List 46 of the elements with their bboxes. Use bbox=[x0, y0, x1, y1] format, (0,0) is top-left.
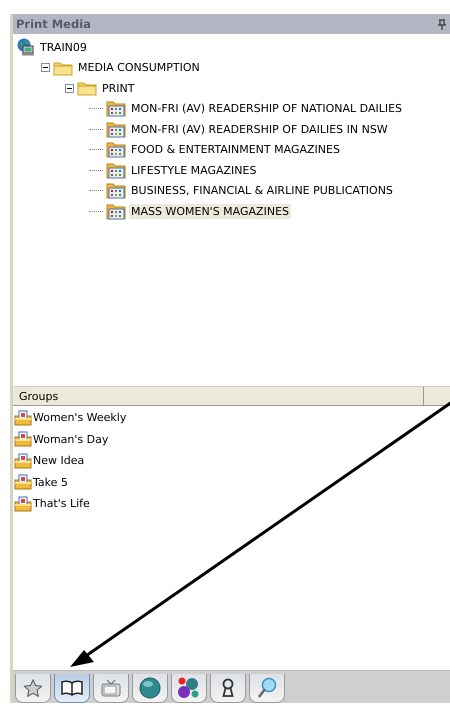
keyhole-tab[interactable] bbox=[210, 674, 246, 703]
tree-item[interactable]: MON-FRI (AV) READERSHIP OF DAILIES IN NSW bbox=[129, 122, 390, 137]
folder-icon bbox=[77, 80, 97, 96]
search-icon bbox=[256, 677, 278, 699]
folder-table-icon bbox=[106, 141, 126, 158]
tv-icon bbox=[100, 679, 122, 697]
folder-table-icon bbox=[106, 182, 126, 200]
book-icon bbox=[61, 680, 83, 696]
folder-icon bbox=[53, 60, 73, 76]
tree-item[interactable]: BUSINESS, FINANCIAL & AIRLINE PUBLICATIONS bbox=[129, 183, 395, 198]
group-item[interactable]: Take 5 bbox=[33, 476, 68, 489]
folder-table-icon bbox=[106, 162, 126, 179]
group-item[interactable]: New Idea bbox=[33, 454, 84, 468]
tree-item[interactable]: MEDIA CONSUMPTION bbox=[76, 60, 202, 76]
collapse-icon[interactable] bbox=[65, 84, 74, 93]
computer-globe-icon bbox=[17, 38, 35, 56]
collapse-icon[interactable] bbox=[41, 63, 50, 72]
tree-item[interactable]: TRAIN09 bbox=[38, 40, 89, 55]
keyhole-icon bbox=[220, 678, 236, 698]
book-tab[interactable] bbox=[54, 674, 90, 703]
star-tab[interactable] bbox=[15, 674, 51, 703]
group-folder-icon bbox=[14, 452, 32, 469]
sphere-icon bbox=[139, 677, 161, 699]
magnifier-tab[interactable] bbox=[249, 674, 285, 703]
pin-icon[interactable] bbox=[438, 18, 446, 30]
group-item[interactable]: That's Life bbox=[33, 497, 90, 510]
group-folder-icon bbox=[14, 496, 32, 512]
tree-item[interactable]: FOOD & ENTERTAINMENT MAGAZINES bbox=[129, 142, 342, 158]
group-folder-icon bbox=[14, 474, 32, 490]
group-item[interactable]: Women's Weekly bbox=[33, 411, 126, 424]
tree-item[interactable]: LIFESTYLE MAGAZINES bbox=[129, 162, 258, 178]
group-item[interactable]: Woman's Day bbox=[33, 432, 108, 446]
star-icon bbox=[23, 679, 43, 697]
panel-title: Print Media bbox=[16, 17, 91, 31]
folder-table-icon bbox=[106, 202, 126, 220]
group-folder-icon bbox=[14, 410, 32, 426]
globe-tab[interactable] bbox=[132, 674, 168, 703]
tree-item[interactable]: MON-FRI (AV) READERSHIP OF NATIONAL DAILIES bbox=[129, 101, 404, 116]
tree-item[interactable]: MASS WOMEN'S MAGAZINES bbox=[129, 204, 291, 219]
group-folder-icon bbox=[14, 431, 32, 448]
dots-tab[interactable] bbox=[171, 674, 207, 703]
tv-tab[interactable] bbox=[93, 674, 129, 703]
folder-table-icon bbox=[106, 100, 126, 118]
folder-table-icon bbox=[106, 120, 126, 138]
colored-dots-icon bbox=[177, 677, 201, 699]
tree-item[interactable]: PRINT bbox=[100, 80, 136, 96]
